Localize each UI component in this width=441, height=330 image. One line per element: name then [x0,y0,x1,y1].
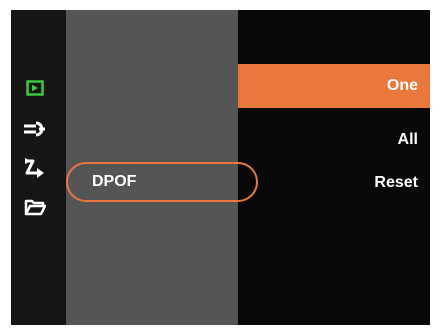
option-label: Reset [374,174,418,191]
option-all[interactable]: All [238,118,430,162]
option-label: One [386,77,418,94]
menu-tab-bar [11,10,66,325]
menu-display: One All Reset DPOF [11,10,430,325]
menu-item-dpof[interactable]: DPOF [66,162,258,202]
folder-icon[interactable] [21,194,49,220]
option-label: All [397,131,418,148]
arrows-transfer-icon[interactable] [21,155,49,181]
option-one[interactable]: One [238,64,430,108]
camera-screen: One All Reset DPOF [0,0,441,330]
playback-icon[interactable] [21,75,49,101]
option-reset[interactable]: Reset [238,161,430,205]
wrench-settings-icon[interactable] [21,116,49,142]
menu-item-label: DPOF [92,173,137,190]
